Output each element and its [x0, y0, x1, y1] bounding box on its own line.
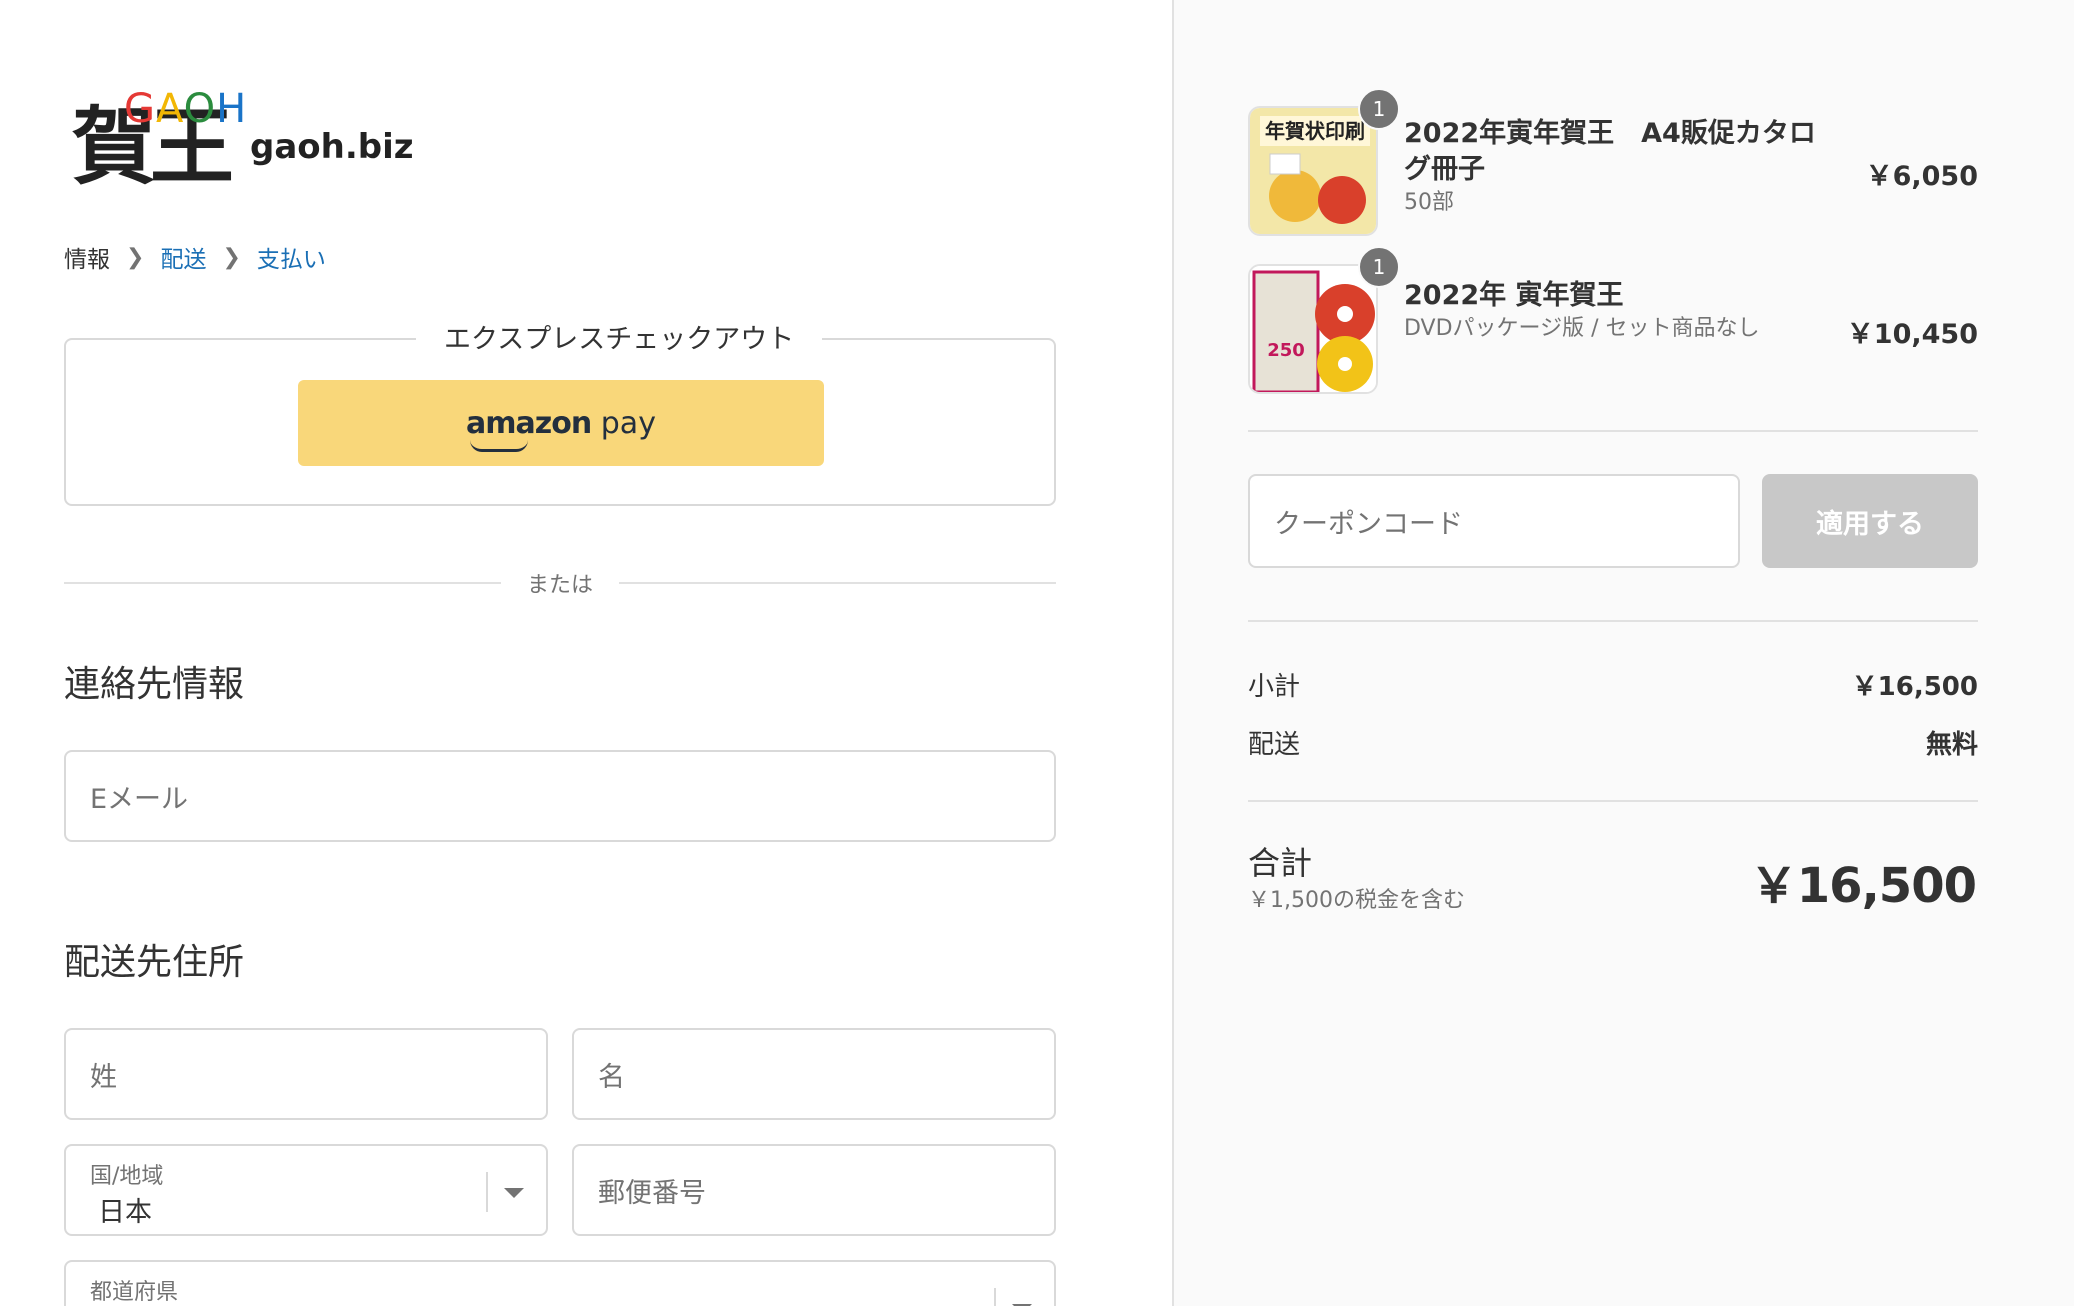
store-logo[interactable]: 賀王 GAOH gaoh.biz: [72, 86, 432, 202]
chevron-right-icon: ❯: [222, 244, 241, 270]
svg-text:250: 250: [1267, 340, 1305, 361]
chevron-right-icon: ❯: [126, 244, 145, 270]
subtotal-label: 小計: [1248, 672, 1301, 702]
checkout-main: 賀王 GAOH gaoh.biz 情報 ❯ 配送 ❯ 支払い エクスプレスチェッ…: [0, 0, 1172, 1306]
chevron-down-icon: [504, 1188, 524, 1198]
country-select[interactable]: 国/地域 日本: [64, 1144, 548, 1236]
divider-line: [64, 582, 501, 584]
item-name: 2022年寅年賀王 A4販促カタログ冊子: [1404, 118, 1816, 185]
shipping-section-title: 配送先住所: [64, 942, 245, 983]
summary-divider: [1248, 620, 1978, 622]
logo-abbr: GAOH: [124, 86, 248, 132]
breadcrumb-shipping[interactable]: 配送: [160, 240, 206, 274]
express-checkout: エクスプレスチェックアウト amazon pay: [64, 320, 1056, 506]
coupon-code-field[interactable]: クーポンコード: [1248, 474, 1740, 568]
coupon-placeholder: クーポンコード: [1274, 508, 1463, 540]
postal-code-field[interactable]: 郵便番号: [572, 1144, 1056, 1236]
breadcrumb: 情報 ❯ 配送 ❯ 支払い: [64, 240, 326, 274]
divider-line: [619, 582, 1057, 584]
amazon-pay-logo: amazon pay: [466, 406, 656, 452]
item-variant: DVDパッケージ版 / セット商品なし: [1404, 316, 1760, 341]
product-thumbnail: 年賀状印刷: [1248, 106, 1378, 236]
logo-domain: gaoh.biz: [250, 127, 414, 167]
country-value: 日本: [98, 1197, 152, 1228]
total-label: 合計: [1248, 844, 1313, 882]
order-item: 年賀状印刷 1 2022年寅年賀王 A4販促カタログ冊子 50部 ￥6,050: [1248, 88, 1978, 236]
subtotal-value: ￥16,500: [1851, 672, 1978, 702]
svg-text:年賀状印刷: 年賀状印刷: [1265, 119, 1365, 143]
total-value: ￥16,500: [1749, 858, 1977, 914]
item-price: ￥10,450: [1846, 319, 1978, 350]
prefecture-select[interactable]: 都道府県: [64, 1260, 1056, 1306]
summary-divider: [1248, 800, 1978, 802]
breadcrumb-payment[interactable]: 支払い: [257, 240, 326, 274]
product-thumbnail: 250: [1248, 264, 1378, 394]
first-name-placeholder: 名: [598, 1061, 625, 1093]
item-price: ￥6,050: [1865, 161, 1978, 192]
amazon-smile-icon: [470, 440, 529, 452]
shipping-row: 配送 無料: [1248, 724, 1978, 761]
or-text: または: [527, 573, 594, 598]
quantity-badge: 1: [1358, 88, 1400, 130]
last-name-field[interactable]: 姓: [64, 1028, 548, 1120]
email-field[interactable]: Eメール: [64, 750, 1056, 842]
express-checkout-title: エクスプレスチェックアウト: [416, 320, 823, 360]
select-divider: [486, 1172, 488, 1212]
subtotal-row: 小計 ￥16,500: [1248, 666, 1978, 703]
prefecture-label: 都道府県: [90, 1280, 179, 1305]
item-variant: 50部: [1404, 190, 1454, 215]
tax-note: ￥1,500の税金を含む: [1248, 888, 1465, 913]
item-name: 2022年 寅年賀王: [1404, 280, 1624, 311]
first-name-field[interactable]: 名: [572, 1028, 1056, 1120]
summary-divider: [1248, 430, 1978, 432]
select-divider: [994, 1288, 996, 1306]
quantity-badge: 1: [1358, 246, 1400, 288]
order-item: 250 1 2022年 寅年賀王 DVDパッケージ版 / セット商品なし ￥10…: [1248, 246, 1978, 394]
shipping-value: 無料: [1925, 730, 1978, 760]
country-label: 国/地域: [90, 1164, 164, 1189]
last-name-placeholder: 姓: [90, 1061, 117, 1093]
postal-code-placeholder: 郵便番号: [598, 1177, 706, 1209]
email-placeholder: Eメール: [90, 783, 189, 815]
contact-section-title: 連絡先情報: [64, 664, 245, 705]
apply-coupon-button[interactable]: 適用する: [1762, 474, 1978, 568]
order-summary: 年賀状印刷 1 2022年寅年賀王 A4販促カタログ冊子 50部 ￥6,050 …: [1172, 0, 2074, 1306]
or-divider: または: [64, 566, 1057, 600]
shipping-label: 配送: [1248, 730, 1301, 760]
breadcrumb-info: 情報: [64, 247, 110, 273]
amazon-pay-button[interactable]: amazon pay: [298, 380, 824, 466]
